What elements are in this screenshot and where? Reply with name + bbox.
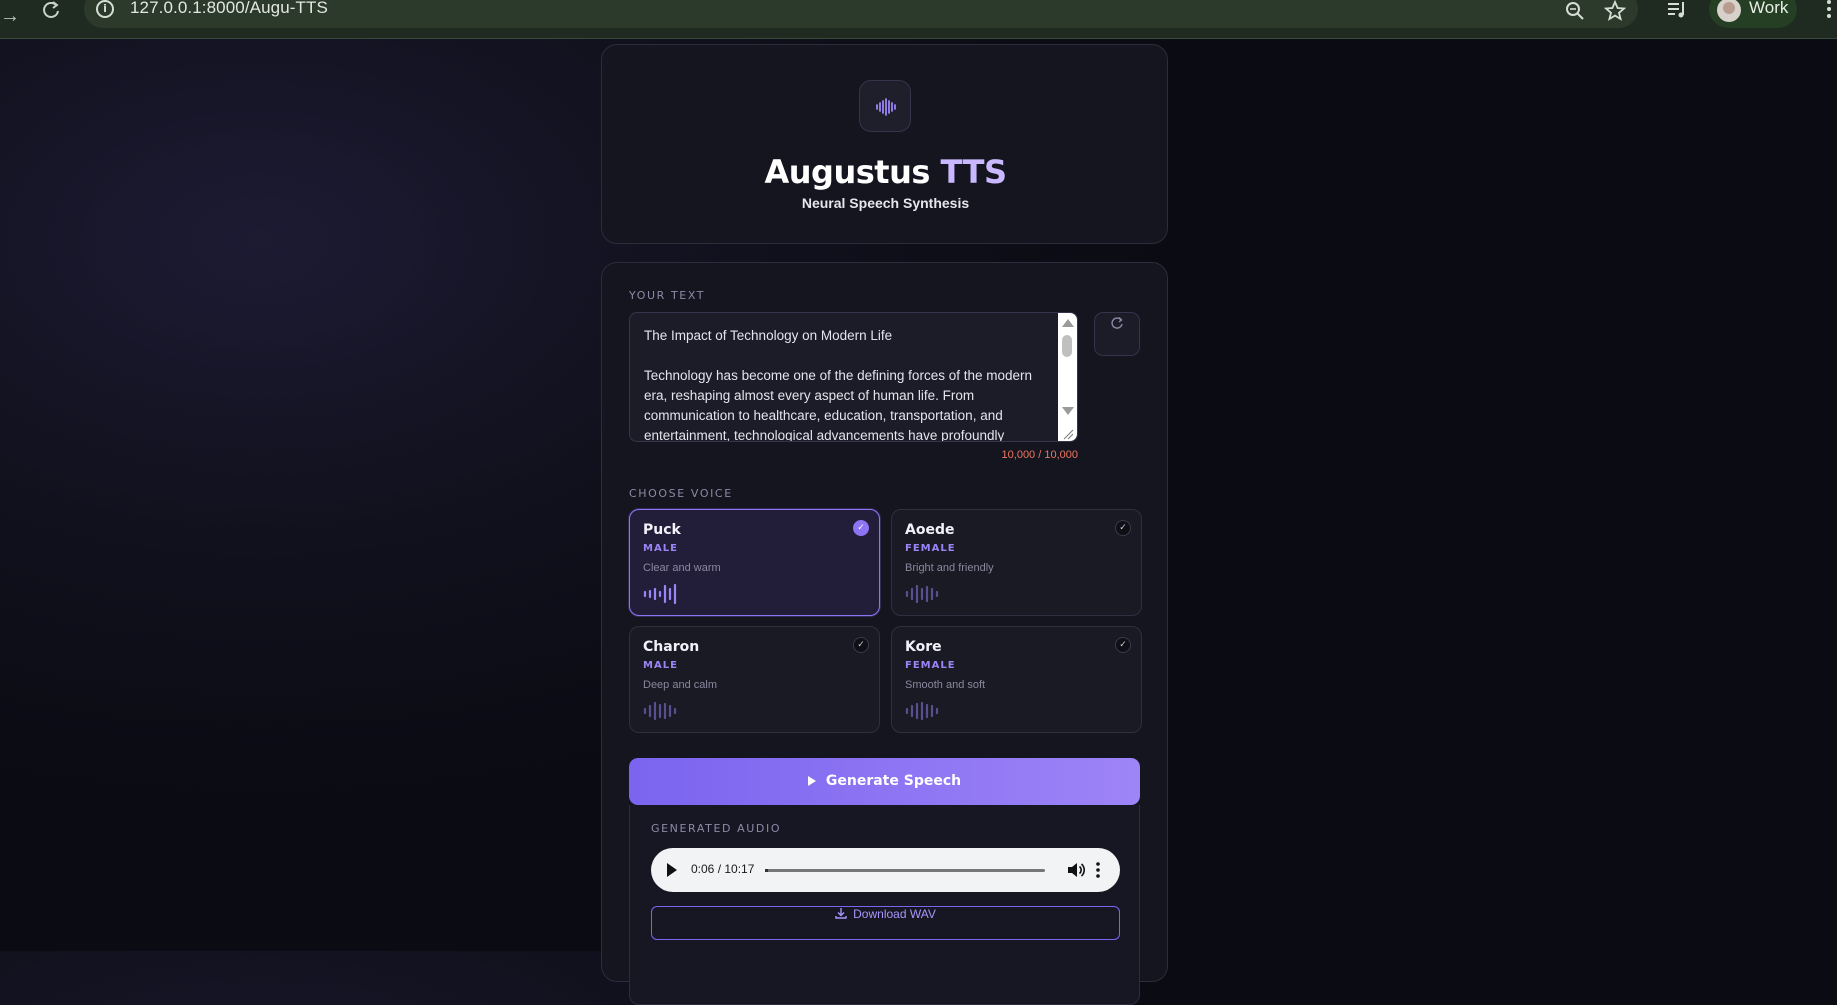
scroll-down-icon[interactable] xyxy=(1062,407,1074,415)
reset-icon xyxy=(1111,317,1123,329)
download-wav-button[interactable]: Download WAV xyxy=(651,906,1120,940)
voice-description: Smooth and soft xyxy=(905,679,986,691)
header-card: Augustus TTS Neural Speech Synthesis xyxy=(601,44,1168,244)
audio-time: 0:06 / 10:17 xyxy=(691,862,755,876)
voice-name: Puck xyxy=(643,522,681,538)
play-icon[interactable] xyxy=(667,863,677,877)
audio-seek-bar[interactable] xyxy=(765,869,1045,872)
voice-card-kore[interactable]: Kore FEMALE Smooth and soft ✓ xyxy=(891,626,1142,733)
bookmark-star-icon[interactable] xyxy=(1604,0,1626,22)
forward-icon[interactable]: → xyxy=(0,6,20,26)
voice-description: Clear and warm xyxy=(643,562,721,574)
text-input[interactable]: The Impact of Technology on Modern Life … xyxy=(629,312,1078,442)
audio-section-label: GENERATED AUDIO xyxy=(651,822,782,835)
media-playlist-icon[interactable] xyxy=(1666,0,1688,22)
voice-description: Bright and friendly xyxy=(905,562,994,574)
profile-label: Work xyxy=(1749,0,1789,17)
generate-speech-button[interactable]: Generate Speech xyxy=(629,758,1140,805)
audio-player[interactable]: 0:06 / 10:17 xyxy=(651,848,1120,892)
check-icon: ✓ xyxy=(1115,637,1131,653)
character-counter: 10,000 / 10,000 xyxy=(1001,449,1078,461)
app-subtitle: Neural Speech Synthesis xyxy=(801,195,970,211)
address-bar[interactable]: i 127.0.0.1:8000/Augu-TTS xyxy=(84,0,1638,28)
more-options-icon[interactable] xyxy=(1094,862,1102,878)
check-icon: ✓ xyxy=(1115,520,1131,536)
app-title-main: Augustus xyxy=(764,153,931,191)
voice-card-puck[interactable]: Puck MALE Clear and warm ✓ xyxy=(629,509,880,616)
audio-progress-fill xyxy=(765,869,768,872)
textarea-scrollbar[interactable] xyxy=(1058,313,1077,441)
app-title: Augustus TTS xyxy=(602,153,1169,191)
waveform-icon xyxy=(905,701,939,721)
browser-toolbar: → i 127.0.0.1:8000/Augu-TTS Work xyxy=(0,0,1837,39)
avatar xyxy=(1717,0,1741,22)
logo xyxy=(859,80,911,132)
resize-handle-icon[interactable] xyxy=(1061,427,1074,440)
voice-gender: MALE xyxy=(643,543,678,554)
site-info-icon[interactable]: i xyxy=(96,0,114,18)
voice-name: Aoede xyxy=(905,522,955,538)
voice-card-charon[interactable]: Charon MALE Deep and calm ✓ xyxy=(629,626,880,733)
waveform-icon xyxy=(643,701,677,721)
volume-icon[interactable] xyxy=(1067,862,1085,878)
app-title-accent: TTS xyxy=(940,153,1007,191)
scroll-up-icon[interactable] xyxy=(1062,319,1074,327)
scroll-thumb[interactable] xyxy=(1062,335,1072,357)
url-text: 127.0.0.1:8000/Augu-TTS xyxy=(130,0,328,17)
download-label: Download WAV xyxy=(853,907,936,921)
profile-button[interactable]: Work xyxy=(1709,0,1797,28)
generated-audio-panel: GENERATED AUDIO 0:06 / 10:17 Download WA… xyxy=(629,805,1140,1005)
generate-label: Generate Speech xyxy=(825,773,962,789)
reset-button[interactable] xyxy=(1094,312,1140,356)
voice-section-label: CHOOSE VOICE xyxy=(629,487,733,500)
waveform-icon xyxy=(643,583,677,605)
voice-name: Charon xyxy=(643,639,700,655)
text-section-label: YOUR TEXT xyxy=(629,289,706,302)
play-icon xyxy=(807,776,816,786)
reload-icon[interactable] xyxy=(40,0,62,22)
voice-card-aoede[interactable]: Aoede FEMALE Bright and friendly ✓ xyxy=(891,509,1142,616)
voice-gender: FEMALE xyxy=(905,660,956,671)
check-icon: ✓ xyxy=(853,637,869,653)
voice-name: Kore xyxy=(905,639,942,655)
voice-gender: FEMALE xyxy=(905,543,956,554)
soundwave-logo-icon xyxy=(876,98,896,116)
download-icon xyxy=(835,908,847,919)
waveform-icon xyxy=(905,584,939,604)
selected-check-icon: ✓ xyxy=(853,520,869,536)
main-card: YOUR TEXT The Impact of Technology on Mo… xyxy=(601,262,1168,1005)
text-input-content: The Impact of Technology on Modern Life … xyxy=(644,328,1032,442)
zoom-icon[interactable] xyxy=(1564,0,1586,22)
browser-menu-icon[interactable] xyxy=(1824,0,1834,22)
voice-gender: MALE xyxy=(643,660,678,671)
voice-description: Deep and calm xyxy=(643,679,717,691)
